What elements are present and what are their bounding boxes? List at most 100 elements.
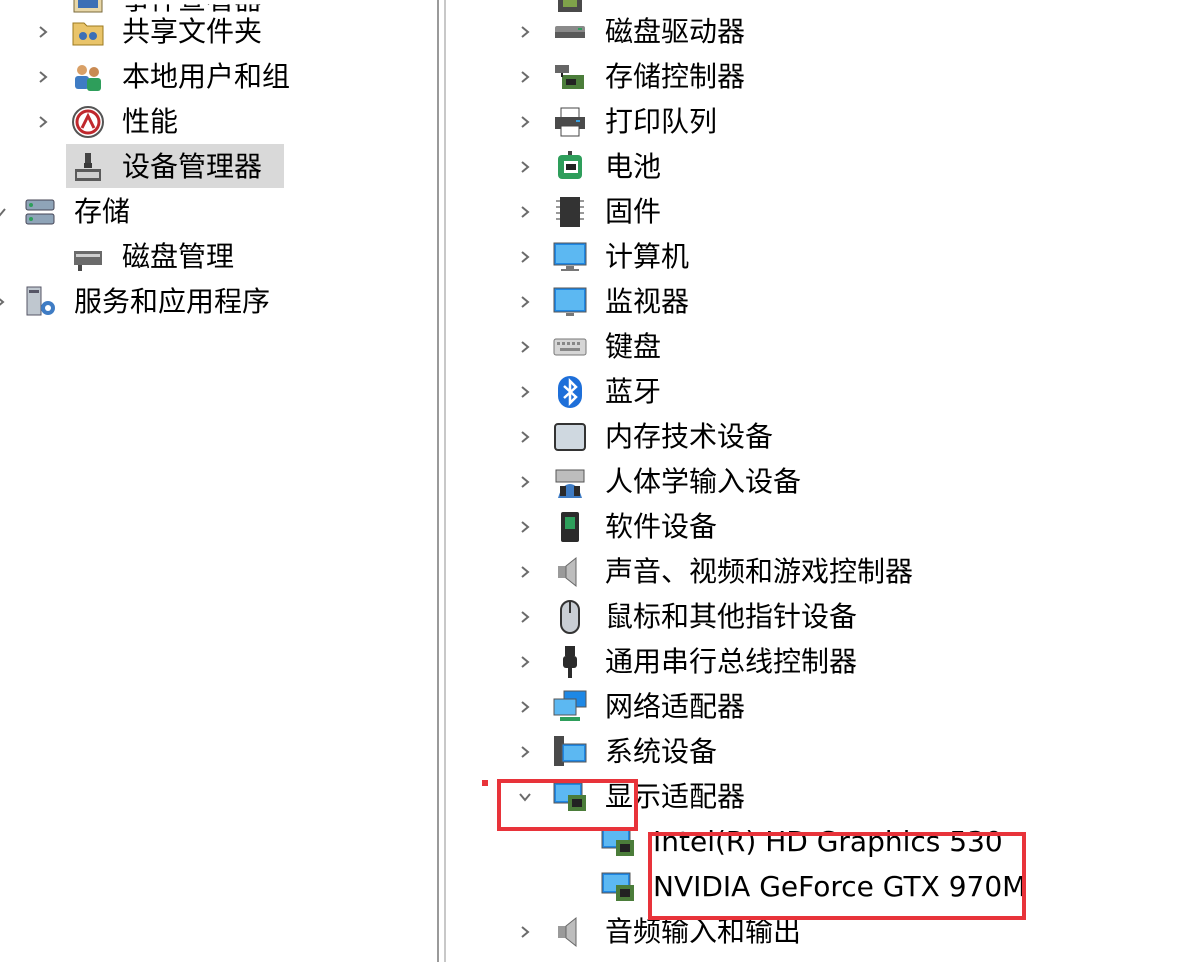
device-category-8[interactable]: 蓝牙 <box>450 370 1203 414</box>
tree-item-label: 存储 <box>74 195 131 228</box>
computer-icon <box>552 239 588 275</box>
hid-icon <box>552 464 588 500</box>
device-category-18[interactable]: 音频输入和输出 <box>450 910 1203 954</box>
chevron-right-icon[interactable] <box>518 115 532 129</box>
chevron-right-icon[interactable] <box>36 115 50 129</box>
tree-item-label: 磁盘管理 <box>122 240 235 273</box>
speaker-icon <box>552 554 588 590</box>
chevron-right-icon[interactable] <box>518 205 532 219</box>
display-adapter-icon <box>600 869 636 905</box>
tree-item-local-users[interactable]: 本地用户和组 <box>0 55 436 99</box>
chevron-right-icon[interactable] <box>518 295 532 309</box>
device-category-12[interactable]: 声音、视频和游戏控制器 <box>450 550 1203 594</box>
tree-item-label: 性能 <box>122 105 179 138</box>
chevron-right-icon[interactable] <box>518 745 532 759</box>
tree-item-performance[interactable]: 性能 <box>0 100 436 144</box>
display-adapter-item-1[interactable]: NVIDIA GeForce GTX 970M <box>450 865 1203 909</box>
device-category-3[interactable]: 电池 <box>450 145 1203 189</box>
device-category-label: 打印队列 <box>605 105 718 138</box>
tree-item-label: 共享文件夹 <box>122 15 263 48</box>
chevron-right-icon[interactable] <box>36 25 50 39</box>
usb-icon <box>552 644 588 680</box>
device-category-14[interactable]: 通用串行总线控制器 <box>450 640 1203 684</box>
tree-item-services-apps[interactable]: 服务和应用程序 <box>0 280 436 324</box>
device-category-label: 键盘 <box>605 330 662 363</box>
tree-item-device-manager[interactable]: 设备管理器 <box>0 145 436 189</box>
device-name-label: NVIDIA GeForce GTX 970M <box>653 870 1027 903</box>
chevron-right-icon[interactable] <box>518 160 532 174</box>
mouse-icon <box>552 599 588 635</box>
device-category-label: 内存技术设备 <box>605 420 774 453</box>
display-adapter-item-0[interactable]: Intel(R) HD Graphics 530 <box>450 820 1203 864</box>
device-category-label: 音频输入和输出 <box>605 915 802 948</box>
device-category-7[interactable]: 键盘 <box>450 325 1203 369</box>
device-category-label: 电池 <box>605 150 662 183</box>
chevron-right-icon[interactable] <box>518 700 532 714</box>
chevron-right-icon[interactable] <box>518 250 532 264</box>
system-device-icon <box>552 734 588 770</box>
tree-item-label: 设备管理器 <box>122 150 263 183</box>
chevron-right-icon[interactable] <box>518 475 532 489</box>
software-device-icon <box>552 509 588 545</box>
display-adapter-icon <box>552 779 588 815</box>
device-category-1[interactable]: 存储控制器 <box>450 55 1203 99</box>
device-category-label: 软件设备 <box>605 510 718 543</box>
tree-item-shared-folders[interactable]: 共享文件夹 <box>0 10 436 54</box>
performance-icon <box>70 104 106 140</box>
chevron-right-icon[interactable] <box>518 520 532 534</box>
chevron-right-icon[interactable] <box>518 655 532 669</box>
device-category-label: 磁盘驱动器 <box>605 15 746 48</box>
users-groups-icon <box>70 59 106 95</box>
chevron-right-icon[interactable] <box>518 565 532 579</box>
chevron-right-icon[interactable] <box>518 340 532 354</box>
chevron-right-icon[interactable] <box>518 385 532 399</box>
chevron-down-icon[interactable] <box>0 205 7 219</box>
device-category-17[interactable]: 显示适配器 <box>450 775 1203 819</box>
device-category-label: 系统设备 <box>605 735 718 768</box>
device-manager-icon <box>70 149 106 185</box>
device-category-15[interactable]: 网络适配器 <box>450 685 1203 729</box>
device-category-13[interactable]: 鼠标和其他指针设备 <box>450 595 1203 639</box>
disk-drive-icon <box>552 14 588 50</box>
chevron-right-icon[interactable] <box>518 70 532 84</box>
device-tree-pane[interactable]: 磁盘驱动器存储控制器打印队列电池固件计算机监视器键盘蓝牙内存技术设备人体学输入设… <box>450 0 1203 962</box>
tree-item-storage[interactable]: 存储 <box>0 190 436 234</box>
device-category-label: 监视器 <box>605 285 690 318</box>
device-category-2[interactable]: 打印队列 <box>450 100 1203 144</box>
device-category-label: 声音、视频和游戏控制器 <box>605 555 914 588</box>
chevron-right-icon[interactable] <box>518 925 532 939</box>
bluetooth-icon <box>552 374 588 410</box>
console-tree-pane[interactable]: 事件查看器 共享文件夹本地用户和组性能设备管理器存储磁盘管理服务和应用程序 <box>0 0 436 962</box>
tree-item-disk-management[interactable]: 磁盘管理 <box>0 235 436 279</box>
device-category-4[interactable]: 固件 <box>450 190 1203 234</box>
device-category-11[interactable]: 软件设备 <box>450 505 1203 549</box>
pane-splitter[interactable] <box>436 0 450 962</box>
device-category-6[interactable]: 监视器 <box>450 280 1203 324</box>
device-category-label: 固件 <box>605 195 662 228</box>
printer-icon <box>552 104 588 140</box>
chevron-right-icon[interactable] <box>0 295 7 309</box>
chevron-down-icon[interactable] <box>518 790 532 804</box>
device-category-label: 存储控制器 <box>605 60 746 93</box>
device-category-label: 显示适配器 <box>605 780 746 813</box>
device-category-label: 计算机 <box>605 240 690 273</box>
disk-management-icon <box>70 239 106 275</box>
chevron-right-icon[interactable] <box>518 25 532 39</box>
firmware-chip-icon <box>552 194 588 230</box>
device-name-label: Intel(R) HD Graphics 530 <box>653 825 1003 858</box>
device-category-label: 蓝牙 <box>605 375 662 408</box>
storage-controller-icon <box>552 59 588 95</box>
chevron-right-icon[interactable] <box>518 430 532 444</box>
chevron-right-icon[interactable] <box>36 70 50 84</box>
device-category-16[interactable]: 系统设备 <box>450 730 1203 774</box>
memory-device-icon <box>552 419 588 455</box>
device-category-10[interactable]: 人体学输入设备 <box>450 460 1203 504</box>
services-apps-icon <box>22 284 58 320</box>
device-category-5[interactable]: 计算机 <box>450 235 1203 279</box>
tree-item-label: 本地用户和组 <box>122 60 291 93</box>
device-category-0[interactable]: 磁盘驱动器 <box>450 10 1203 54</box>
device-category-label: 通用串行总线控制器 <box>605 645 858 678</box>
monitor-icon <box>552 284 588 320</box>
device-category-9[interactable]: 内存技术设备 <box>450 415 1203 459</box>
chevron-right-icon[interactable] <box>518 610 532 624</box>
